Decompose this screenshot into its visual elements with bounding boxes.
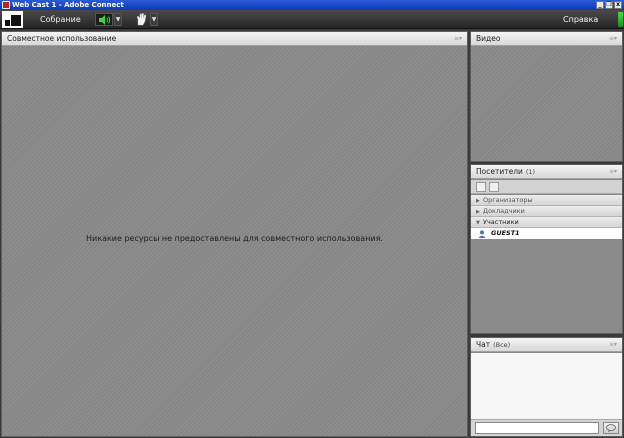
speaker-button[interactable] <box>95 13 113 26</box>
chat-message-area[interactable] <box>471 353 622 419</box>
chat-bubble-icon <box>606 424 616 433</box>
speaker-icon <box>99 15 111 25</box>
participant-user-icon <box>478 230 486 238</box>
pod-options-icon[interactable]: ≡▾ <box>609 169 618 175</box>
chat-scope: (Все) <box>493 341 511 349</box>
attendees-pod-header: Посетители (1) ≡▾ <box>471 165 622 179</box>
role-group-label: Участники <box>483 218 519 226</box>
chat-input-bar <box>471 419 622 436</box>
role-group-participants[interactable]: ▼ Участники <box>471 217 622 228</box>
share-empty-message: Никакие ресурсы не предоставлены для сов… <box>86 234 383 243</box>
pod-options-icon[interactable]: ≡▾ <box>609 36 618 42</box>
pod-options-icon[interactable]: ≡▾ <box>454 36 463 42</box>
meeting-menu[interactable]: Собрание <box>40 10 81 29</box>
chat-message-input[interactable] <box>475 422 599 434</box>
send-message-button[interactable] <box>603 422 619 434</box>
window-title: Web Cast 1 - Adobe Connect <box>12 1 124 9</box>
help-menu[interactable]: Справка <box>563 10 598 29</box>
role-group-label: Докладчики <box>483 207 525 215</box>
attendees-toolbar <box>471 180 622 194</box>
close-button[interactable]: x <box>614 1 622 9</box>
chat-pod-header: Чат (Все) ≡▾ <box>471 338 622 352</box>
video-pod-header: Видео ≡▾ <box>471 32 622 46</box>
attendee-count: (1) <box>525 168 536 176</box>
chat-title-label: Чат <box>476 340 491 349</box>
sort-icon[interactable] <box>489 182 499 192</box>
window-title-bar[interactable]: Web Cast 1 - Adobe Connect _ ❐ x <box>0 0 624 10</box>
speaker-dropdown-arrow[interactable]: ▼ <box>114 13 122 26</box>
pod-options-icon[interactable]: ≡▾ <box>609 342 618 348</box>
attendees-pod-title: Посетители (1) <box>476 165 535 179</box>
connection-status-indicator <box>618 12 623 27</box>
attendee-list: ▶ Организаторы ▶ Докладчики ▼ Участники GUE… <box>471 195 622 333</box>
participant-row[interactable]: GUEST1 <box>471 228 622 239</box>
chat-pod: Чат (Все) ≡▾ <box>470 337 623 437</box>
raise-hand-icon <box>136 13 147 26</box>
status-dropdown-arrow[interactable]: ▼ <box>150 13 158 26</box>
minimize-button[interactable]: _ <box>596 1 604 9</box>
video-pod: Видео ≡▾ <box>470 31 623 162</box>
role-group-hosts[interactable]: ▶ Организаторы <box>471 195 622 206</box>
meeting-logo <box>2 11 23 28</box>
app-window-icon <box>2 1 10 9</box>
share-pod: Совместное использование ≡▾ Никакие ресу… <box>1 31 468 437</box>
attendees-pod: Посетители (1) ≡▾ ▶ Организаторы ▶ Докладчи… <box>470 164 623 334</box>
restore-button[interactable]: ❐ <box>605 1 613 9</box>
attendees-title-label: Посетители <box>476 167 523 176</box>
video-pod-title: Видео <box>476 34 501 43</box>
chat-pod-title: Чат (Все) <box>476 338 510 352</box>
role-group-label: Организаторы <box>483 196 533 204</box>
raise-hand-button[interactable] <box>134 13 148 26</box>
participant-name: GUEST1 <box>491 229 520 237</box>
app-menu-bar: Собрание ▼ ▼ Справка <box>0 10 624 29</box>
role-group-presenters[interactable]: ▶ Докладчики <box>471 206 622 217</box>
share-pod-header: Совместное использование ≡▾ <box>2 32 467 46</box>
share-pod-title: Совместное использование <box>7 34 117 43</box>
window-controls: _ ❐ x <box>596 1 622 9</box>
list-view-icon[interactable] <box>476 182 486 192</box>
